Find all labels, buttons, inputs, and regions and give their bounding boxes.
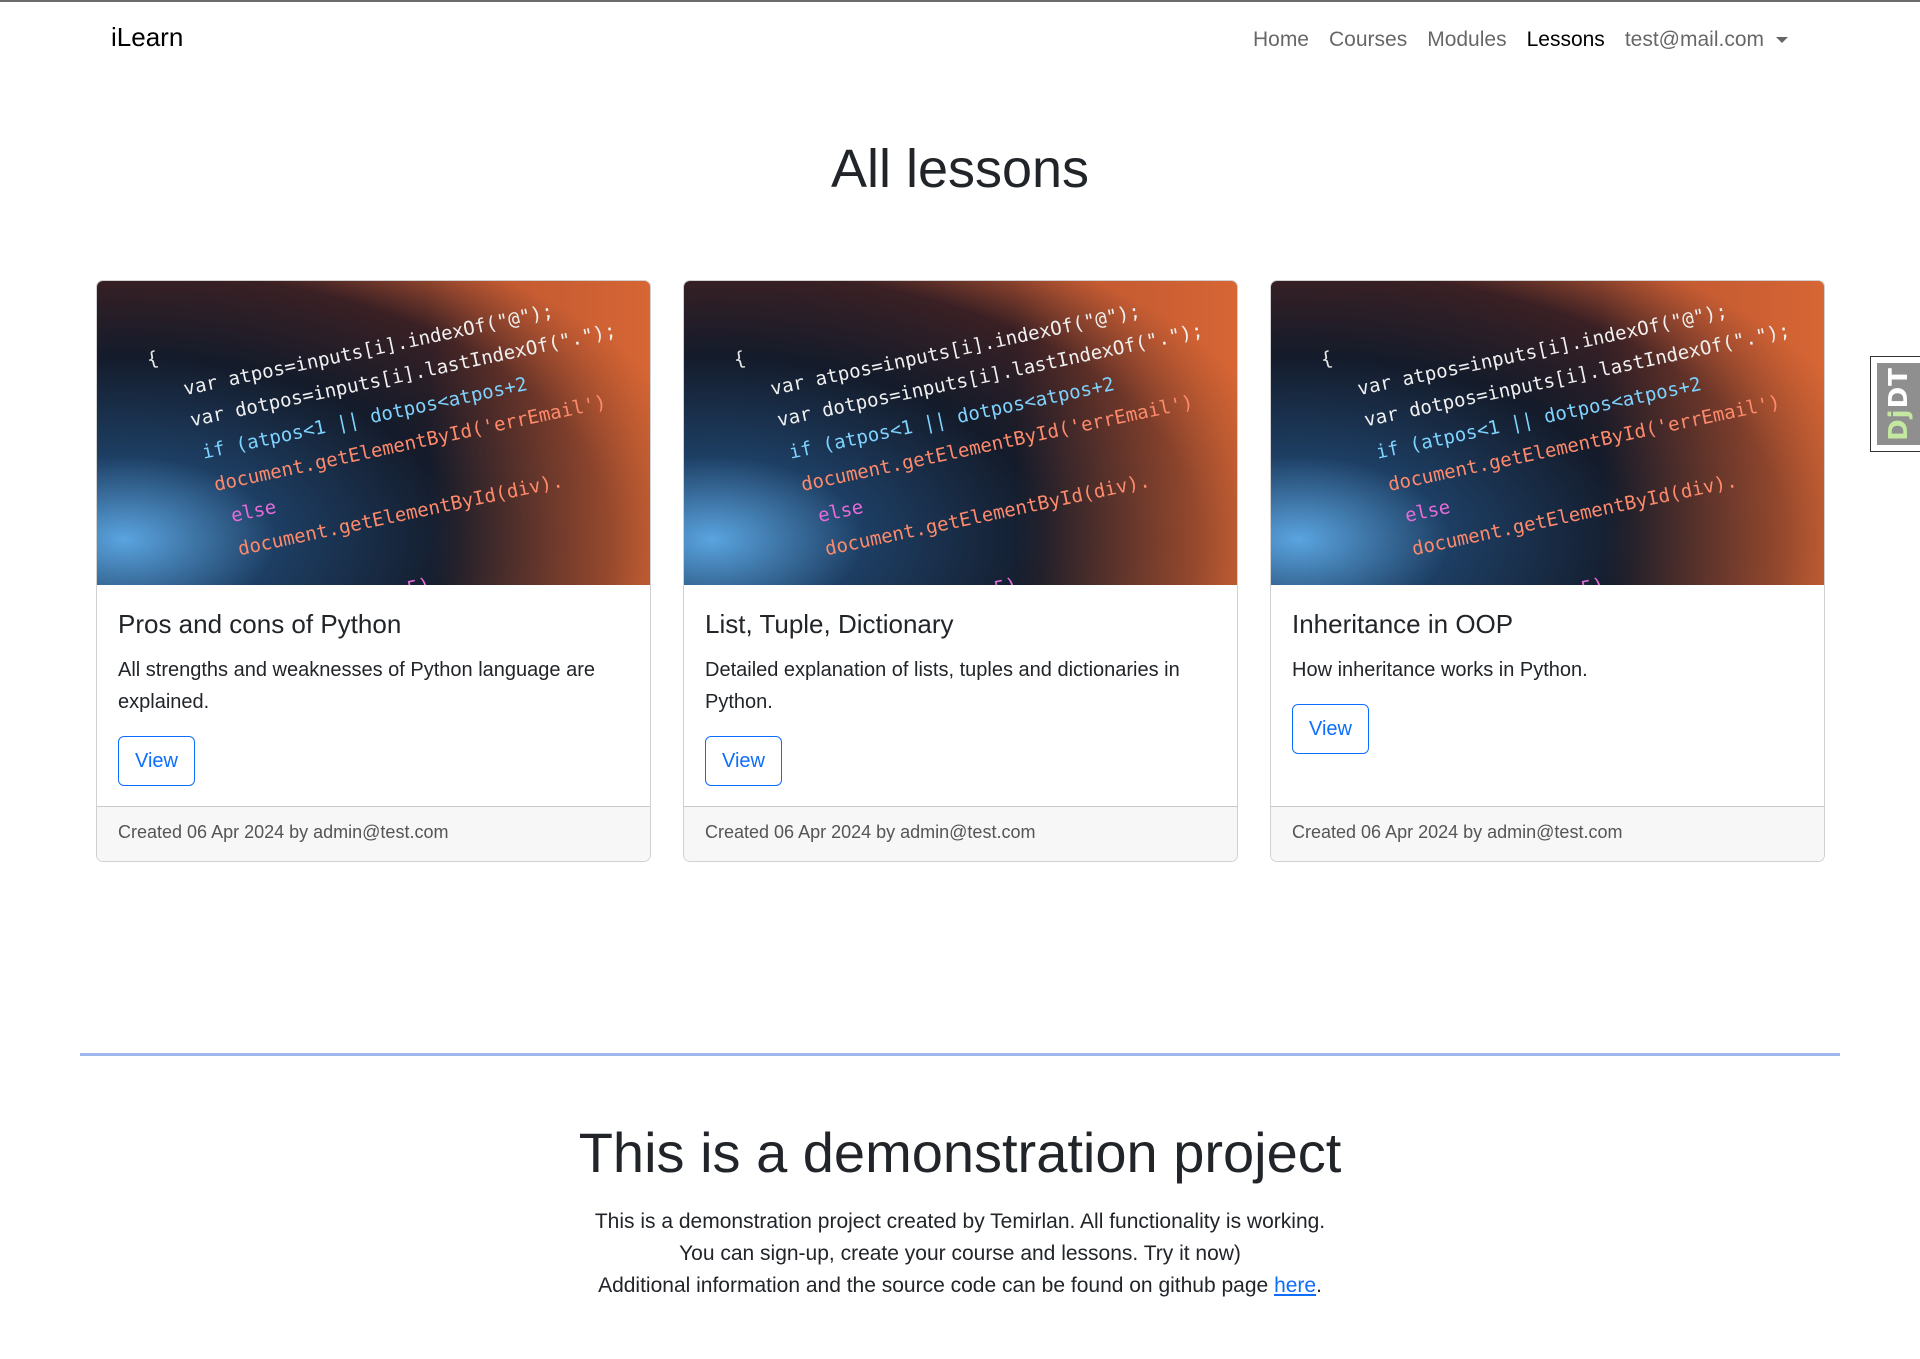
- code-screenshot-image: { var atpos=inputs[i].indexOf("@"); var …: [1271, 281, 1824, 585]
- nav-home[interactable]: Home: [1243, 24, 1319, 56]
- brand-logo[interactable]: iLearn: [111, 22, 183, 53]
- lesson-title: Pros and cons of Python: [118, 609, 402, 639]
- view-button[interactable]: View: [118, 736, 195, 786]
- demo-line-3-end: .: [1316, 1274, 1322, 1297]
- view-button[interactable]: View: [705, 736, 782, 786]
- djdt-label-dj: Dj: [1884, 408, 1915, 441]
- card-footer: Created 06 Apr 2024 by admin@test.com: [1271, 806, 1824, 861]
- debug-toolbar-icon: DjDT: [1877, 363, 1920, 445]
- lesson-description: How inheritance works in Python.: [1292, 659, 1588, 681]
- card-footer: Created 06 Apr 2024 by admin@test.com: [684, 806, 1237, 861]
- chevron-down-icon: [1776, 37, 1788, 43]
- demo-line-3: Additional information and the source co…: [0, 1270, 1920, 1302]
- created-info: Created 06 Apr 2024 by admin@test.com: [705, 822, 1036, 842]
- user-email: test@mail.com: [1624, 28, 1764, 51]
- nav-modules[interactable]: Modules: [1417, 24, 1516, 56]
- lesson-description: All strengths and weaknesses of Python l…: [118, 659, 595, 713]
- lesson-title: List, Tuple, Dictionary: [705, 609, 954, 639]
- djdt-label-dt: DT: [1884, 367, 1915, 409]
- lesson-title: Inheritance in OOP: [1292, 609, 1514, 639]
- debug-toolbar-handle[interactable]: DjDT: [1870, 356, 1920, 452]
- card-body: Inheritance in OOP How inheritance works…: [1292, 609, 1802, 754]
- user-dropdown[interactable]: test@mail.com: [1615, 24, 1798, 56]
- created-info: Created 06 Apr 2024 by admin@test.com: [1292, 822, 1623, 842]
- github-link[interactable]: here: [1274, 1274, 1316, 1297]
- demo-line-1: This is a demonstration project created …: [594, 1210, 1326, 1233]
- code-screenshot-image: { var atpos=inputs[i].indexOf("@"); var …: [97, 281, 650, 585]
- card-body: List, Tuple, Dictionary Detailed explana…: [705, 609, 1215, 786]
- card-body: Pros and cons of Python All strengths an…: [118, 609, 628, 786]
- lesson-cards: { var atpos=inputs[i].indexOf("@"); var …: [96, 280, 1825, 862]
- nav-lessons[interactable]: Lessons: [1517, 24, 1615, 56]
- section-divider: [80, 1053, 1840, 1056]
- card-footer: Created 06 Apr 2024 by admin@test.com: [97, 806, 650, 861]
- nav-links: Home Courses Modules Lessons test@mail.c…: [1243, 24, 1798, 56]
- nav-courses[interactable]: Courses: [1319, 24, 1417, 56]
- demo-line-3-text: Additional information and the source co…: [598, 1274, 1275, 1297]
- created-info: Created 06 Apr 2024 by admin@test.com: [118, 822, 449, 842]
- demo-title: This is a demonstration project: [578, 1121, 1342, 1184]
- lesson-card: { var atpos=inputs[i].indexOf("@"); var …: [96, 280, 651, 862]
- page-title: All lessons: [830, 139, 1090, 199]
- demo-line-2: You can sign-up, create your course and …: [679, 1242, 1241, 1265]
- view-button[interactable]: View: [1292, 704, 1369, 754]
- lesson-card: { var atpos=inputs[i].indexOf("@"); var …: [683, 280, 1238, 862]
- navbar: iLearn Home Courses Modules Lessons test…: [0, 2, 1920, 78]
- code-screenshot-image: { var atpos=inputs[i].indexOf("@"); var …: [684, 281, 1237, 585]
- demo-description: This is a demonstration project created …: [0, 1206, 1920, 1302]
- lesson-description: Detailed explanation of lists, tuples an…: [705, 659, 1180, 713]
- lesson-card: { var atpos=inputs[i].indexOf("@"); var …: [1270, 280, 1825, 862]
